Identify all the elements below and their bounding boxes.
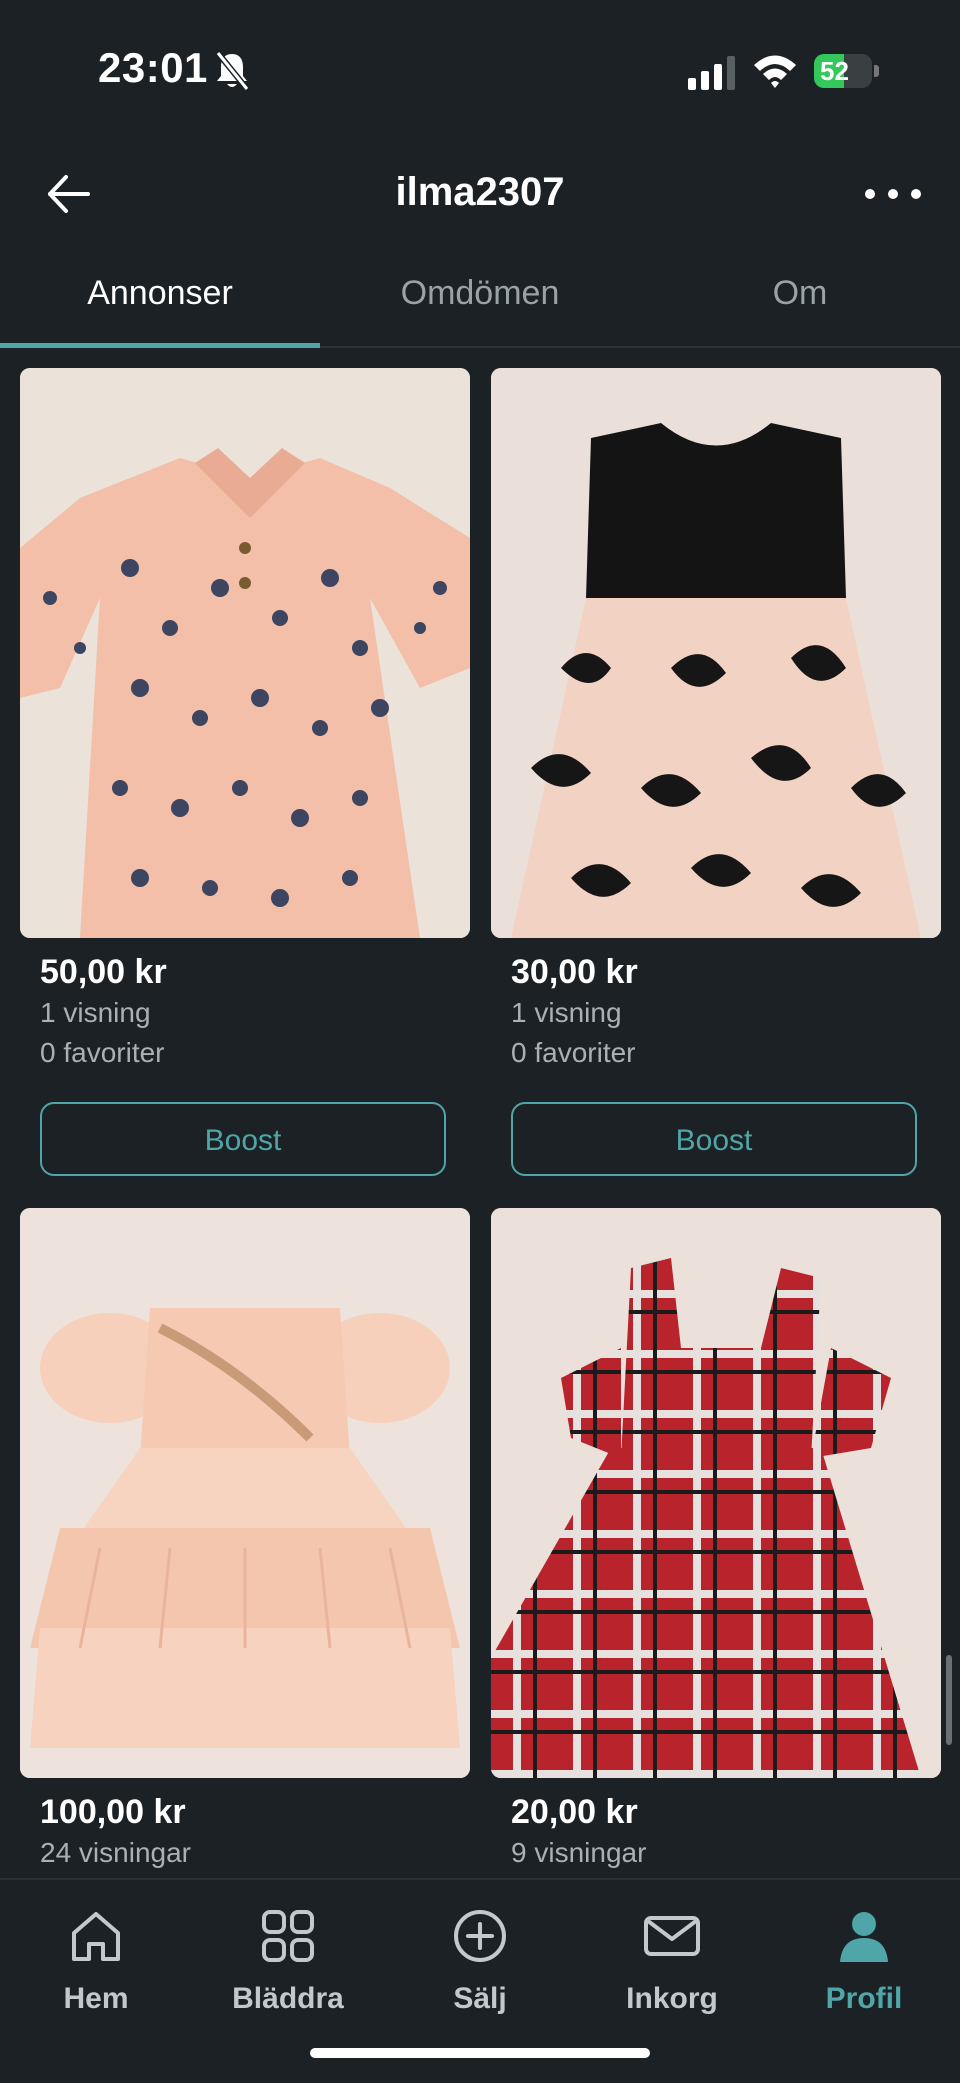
nav-label: Hem xyxy=(63,1982,129,2015)
nav-item-bladdra[interactable]: Bläddra xyxy=(192,1890,384,2020)
home-indicator xyxy=(310,2048,650,2058)
boost-button[interactable]: Boost xyxy=(511,1102,917,1176)
bell-slash-icon xyxy=(215,51,250,91)
tab-omdomen[interactable]: Omdömen xyxy=(320,262,640,346)
home-icon xyxy=(72,1912,120,1961)
listing-price: 50,00 kr xyxy=(40,953,167,991)
nav-item-salj[interactable]: Sälj xyxy=(384,1890,576,2020)
listing-views: 9 visningar xyxy=(511,1837,647,1868)
nav-label: Profil xyxy=(825,1982,903,2015)
tab-om[interactable]: Om xyxy=(640,262,960,346)
mail-icon xyxy=(644,1916,700,1956)
listing-price: 100,00 kr xyxy=(40,1793,186,1831)
listing-grid: 50,00 kr 1 visning 0 favoriter Boost 30,… xyxy=(0,348,960,1878)
nav-item-inkorg[interactable]: Inkorg xyxy=(576,1890,768,2020)
plus-circle-icon xyxy=(454,1910,506,1962)
nav-label: Sälj xyxy=(453,1982,507,2015)
nav-item-profil[interactable]: Profil xyxy=(768,1890,960,2020)
wifi-icon xyxy=(754,55,796,88)
scrollbar[interactable] xyxy=(946,1655,952,1745)
listing-photo[interactable] xyxy=(491,1208,941,1778)
nav-header: ilma2307 xyxy=(0,140,960,270)
status-time: 23:01 xyxy=(98,44,208,91)
listing-favorites: 0 favoriter xyxy=(511,1037,636,1068)
listing-favorites: 0 favoriter xyxy=(40,1037,165,1068)
boost-button[interactable]: Boost xyxy=(40,1102,446,1176)
nav-label: Inkorg xyxy=(626,1982,718,2015)
status-bar: 23:01 52 xyxy=(0,0,960,140)
profile-tabs: Annonser Omdömen Om xyxy=(0,262,960,348)
cellular-signal-icon xyxy=(688,56,735,90)
listing-views: 24 visningar xyxy=(40,1837,191,1868)
listing-photo[interactable] xyxy=(20,1208,470,1778)
tab-annonser[interactable]: Annonser xyxy=(0,262,320,346)
battery-level: 52 xyxy=(820,56,849,86)
nav-item-hem[interactable]: Hem xyxy=(0,1890,192,2020)
profile-icon xyxy=(840,1912,888,1962)
page-title: ilma2307 xyxy=(395,170,565,214)
listing-photo[interactable] xyxy=(491,368,941,938)
listing-views: 1 visning xyxy=(511,997,622,1028)
listing-price: 20,00 kr xyxy=(511,1793,638,1831)
listing-photo[interactable] xyxy=(20,368,470,938)
nav-label: Bläddra xyxy=(232,1982,344,2015)
more-horizontal-icon[interactable] xyxy=(858,164,928,224)
battery-charging-icon: 52 xyxy=(814,54,880,88)
listing-views: 1 visning xyxy=(40,997,151,1028)
grid-icon xyxy=(262,1910,314,1962)
listing-price: 30,00 kr xyxy=(511,953,638,991)
